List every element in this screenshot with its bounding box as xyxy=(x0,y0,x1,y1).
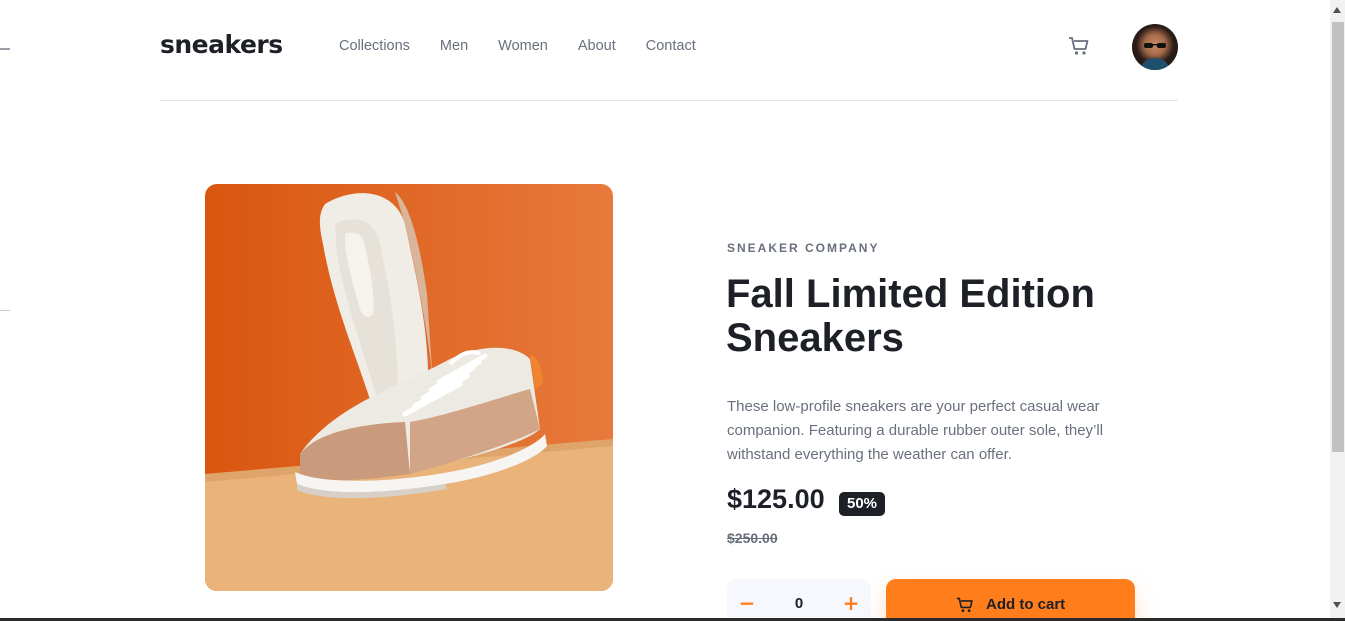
cart-icon[interactable] xyxy=(1068,36,1092,58)
scroll-up-icon[interactable] xyxy=(1333,7,1341,13)
product-description: These low-profile sneakers are your perf… xyxy=(727,398,1104,463)
nav-collections[interactable]: Collections xyxy=(339,38,410,54)
minus-icon[interactable]: − xyxy=(737,589,757,617)
plus-icon[interactable]: + xyxy=(841,589,861,617)
original-price: $250.00 xyxy=(727,530,778,546)
scrollbar-thumb[interactable] xyxy=(1332,22,1344,452)
nav-about[interactable]: About xyxy=(578,38,616,54)
quantity-value: 0 xyxy=(794,595,804,612)
scrollbar[interactable] xyxy=(1330,0,1345,618)
nav-men[interactable]: Men xyxy=(440,38,468,54)
product-image[interactable] xyxy=(205,184,613,591)
discount-badge: 50% xyxy=(839,492,886,516)
cart-icon xyxy=(956,596,974,614)
product-title: Fall Limited Edition Sneakers xyxy=(726,272,1095,360)
browser-viewport: sneakers Collections Men Women About Con… xyxy=(10,0,1330,618)
company-name: SNEAKER COMPANY xyxy=(727,241,880,255)
add-to-cart-label: Add to cart xyxy=(986,596,1066,613)
avatar[interactable] xyxy=(1132,24,1178,70)
quantity-stepper: − 0 + xyxy=(727,579,871,618)
current-price: $125.00 xyxy=(727,484,825,514)
scroll-down-icon[interactable] xyxy=(1333,602,1341,608)
main-nav: Collections Men Women About Contact xyxy=(339,38,726,54)
nav-women[interactable]: Women xyxy=(498,38,548,54)
add-to-cart-button[interactable]: Add to cart xyxy=(886,579,1135,618)
site-header: sneakers Collections Men Women About Con… xyxy=(160,0,1178,101)
nav-contact[interactable]: Contact xyxy=(646,38,696,54)
logo[interactable]: sneakers xyxy=(160,30,283,59)
